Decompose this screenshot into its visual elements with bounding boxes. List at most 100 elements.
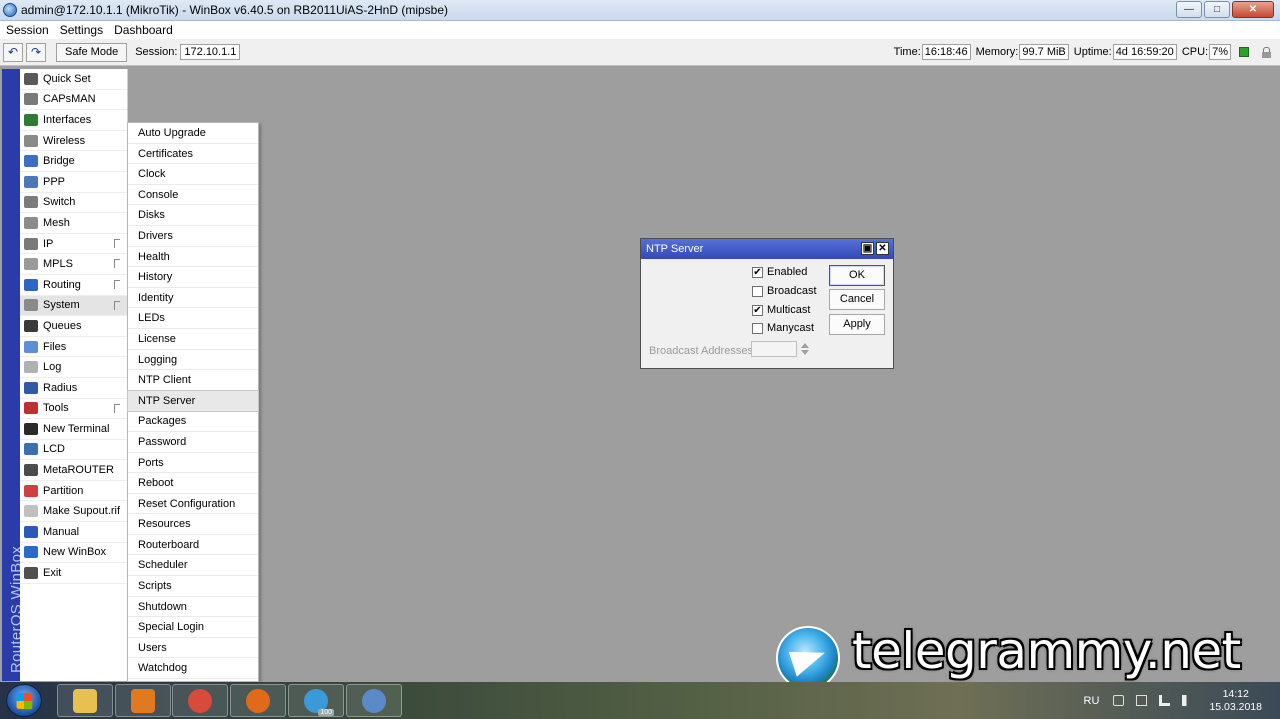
submenu-item-console[interactable]: Console (128, 185, 258, 206)
dialog-close-button[interactable]: ✕ (876, 242, 889, 255)
submenu-item-disks[interactable]: Disks (128, 205, 258, 226)
power-icon[interactable] (1113, 695, 1125, 706)
menu-item-routing[interactable]: Routing (20, 275, 127, 296)
taskbar-app-explorer[interactable] (57, 684, 113, 717)
menu-item-exit[interactable]: Exit (20, 563, 127, 584)
broadcast-addresses-spinner-icon[interactable] (800, 342, 810, 356)
submenu-item-users[interactable]: Users (128, 638, 258, 659)
ok-button[interactable]: OK (829, 265, 885, 286)
menu-session[interactable]: Session (0, 23, 54, 37)
enabled-checkbox[interactable]: ✔ (752, 266, 763, 278)
submenu-item-ntp-client[interactable]: NTP Client (128, 370, 258, 391)
dialog-restore-button[interactable]: ▣ (861, 242, 874, 255)
taskbar-app-telegram[interactable]: 100 (288, 684, 344, 717)
broadcast-checkbox-row[interactable]: Broadcast (752, 285, 817, 297)
menu-item-radius[interactable]: Radius (20, 378, 127, 399)
submenu-item-ntp-server[interactable]: NTP Server (127, 389, 259, 413)
menu-item-queues[interactable]: Queues (20, 316, 127, 337)
submenu-item-drivers[interactable]: Drivers (128, 226, 258, 247)
menu-dashboard[interactable]: Dashboard (108, 23, 178, 37)
submenu-item-watchdog[interactable]: Watchdog (128, 658, 258, 680)
menu-item-metarouter[interactable]: MetaROUTER (20, 460, 127, 481)
bridge-icon (24, 155, 38, 168)
submenu-item-leds[interactable]: LEDs (128, 308, 258, 329)
menu-item-manual[interactable]: Manual (20, 522, 127, 543)
menu-item-new-terminal[interactable]: New Terminal (20, 419, 127, 440)
multicast-checkbox[interactable]: ✔ (752, 304, 763, 316)
menu-item-ip[interactable]: IP (20, 234, 127, 255)
maximize-button[interactable]: □ (1204, 1, 1230, 18)
toolbar: ↶ ↷ Safe Mode Session: 172.10.1.1 Time: … (0, 39, 1280, 66)
submenu-item-routerboard[interactable]: Routerboard (128, 535, 258, 556)
menu-item-wireless[interactable]: Wireless (20, 131, 127, 152)
menu-item-interfaces[interactable]: Interfaces (20, 110, 127, 131)
enabled-checkbox-row[interactable]: ✔ Enabled (752, 266, 807, 278)
dialog-titlebar[interactable]: NTP Server ▣ ✕ (641, 239, 893, 259)
menu-item-quick-set[interactable]: Quick Set (20, 69, 127, 90)
menu-item-mpls[interactable]: MPLS (20, 254, 127, 275)
quick-set-icon (24, 72, 38, 85)
submenu-item-packages[interactable]: Packages (128, 411, 258, 432)
broadcast-addresses-label: Broadcast Addresses: (649, 345, 757, 357)
ntp-server-dialog: NTP Server ▣ ✕ ✔ Enabled Broadcast ✔ Mul… (640, 238, 894, 369)
safe-mode-button[interactable]: Safe Mode (56, 42, 128, 62)
network-icon[interactable] (1159, 695, 1171, 706)
menu-item-capsman[interactable]: CAPsMAN (20, 90, 127, 111)
submenu-item-certificates[interactable]: Certificates (128, 144, 258, 165)
taskbar-app-firefox[interactable] (230, 684, 286, 717)
cancel-button[interactable]: Cancel (829, 289, 885, 310)
menu-item-lcd[interactable]: LCD (20, 440, 127, 461)
firefox-icon (246, 688, 270, 713)
apply-button[interactable]: Apply (829, 314, 885, 335)
broadcast-checkbox[interactable] (752, 285, 763, 297)
clock[interactable]: 14:12 15.03.2018 (1209, 688, 1262, 714)
menu-item-mesh[interactable]: Mesh (20, 213, 127, 234)
submenu-item-history[interactable]: History (128, 267, 258, 288)
mpls-icon (24, 258, 38, 271)
submenu-item-clock[interactable]: Clock (128, 164, 258, 185)
taskbar-app-chrome[interactable] (172, 684, 228, 717)
language-indicator[interactable]: RU (1084, 695, 1100, 707)
submenu-item-shutdown[interactable]: Shutdown (128, 597, 258, 618)
manycast-checkbox-row[interactable]: Manycast (752, 322, 814, 334)
minimize-button[interactable]: — (1176, 1, 1202, 18)
submenu-item-auto-upgrade[interactable]: Auto Upgrade (128, 123, 258, 144)
start-button[interactable] (6, 684, 42, 717)
submenu-item-identity[interactable]: Identity (128, 288, 258, 309)
routing-icon (24, 278, 38, 291)
submenu-item-password[interactable]: Password (128, 432, 258, 453)
menu-item-partition[interactable]: Partition (20, 481, 127, 502)
taskbar-app-media-player[interactable] (115, 684, 171, 717)
submenu-item-reboot[interactable]: Reboot (128, 473, 258, 494)
undo-button[interactable]: ↶ (3, 42, 23, 62)
log-icon (24, 361, 38, 374)
close-window-button[interactable]: ✕ (1232, 1, 1274, 18)
menu-item-bridge[interactable]: Bridge (20, 151, 127, 172)
menu-item-make-supout-rif[interactable]: Make Supout.rif (20, 501, 127, 523)
menu-item-files[interactable]: Files (20, 337, 127, 358)
manycast-checkbox[interactable] (752, 322, 763, 334)
submenu-item-special-login[interactable]: Special Login (128, 617, 258, 638)
menu-item-log[interactable]: Log (20, 357, 127, 378)
submenu-item-logging[interactable]: Logging (128, 350, 258, 371)
flag-icon[interactable] (1136, 695, 1148, 706)
volume-icon[interactable] (1182, 695, 1194, 706)
submenu-item-scheduler[interactable]: Scheduler (128, 555, 258, 577)
redo-button[interactable]: ↷ (26, 42, 46, 62)
menu-item-new-winbox[interactable]: New WinBox (20, 543, 127, 564)
submenu-item-license[interactable]: License (128, 329, 258, 350)
submenu-item-scripts[interactable]: Scripts (128, 576, 258, 597)
menu-item-ppp[interactable]: PPP (20, 172, 127, 193)
menu-item-system[interactable]: System (20, 295, 127, 317)
menu-item-tools[interactable]: Tools (20, 399, 127, 420)
taskbar-app-winbox-taskbar[interactable] (346, 684, 402, 717)
broadcast-addresses-input[interactable] (751, 341, 797, 357)
submenu-item-resources[interactable]: Resources (128, 514, 258, 535)
submenu-item-reset-configuration[interactable]: Reset Configuration (128, 494, 258, 515)
winbox-app-icon (3, 3, 17, 17)
multicast-checkbox-row[interactable]: ✔ Multicast (752, 304, 810, 316)
menu-settings[interactable]: Settings (54, 23, 108, 37)
submenu-item-ports[interactable]: Ports (128, 453, 258, 474)
menu-item-switch[interactable]: Switch (20, 193, 127, 214)
submenu-item-health[interactable]: Health (128, 247, 258, 268)
